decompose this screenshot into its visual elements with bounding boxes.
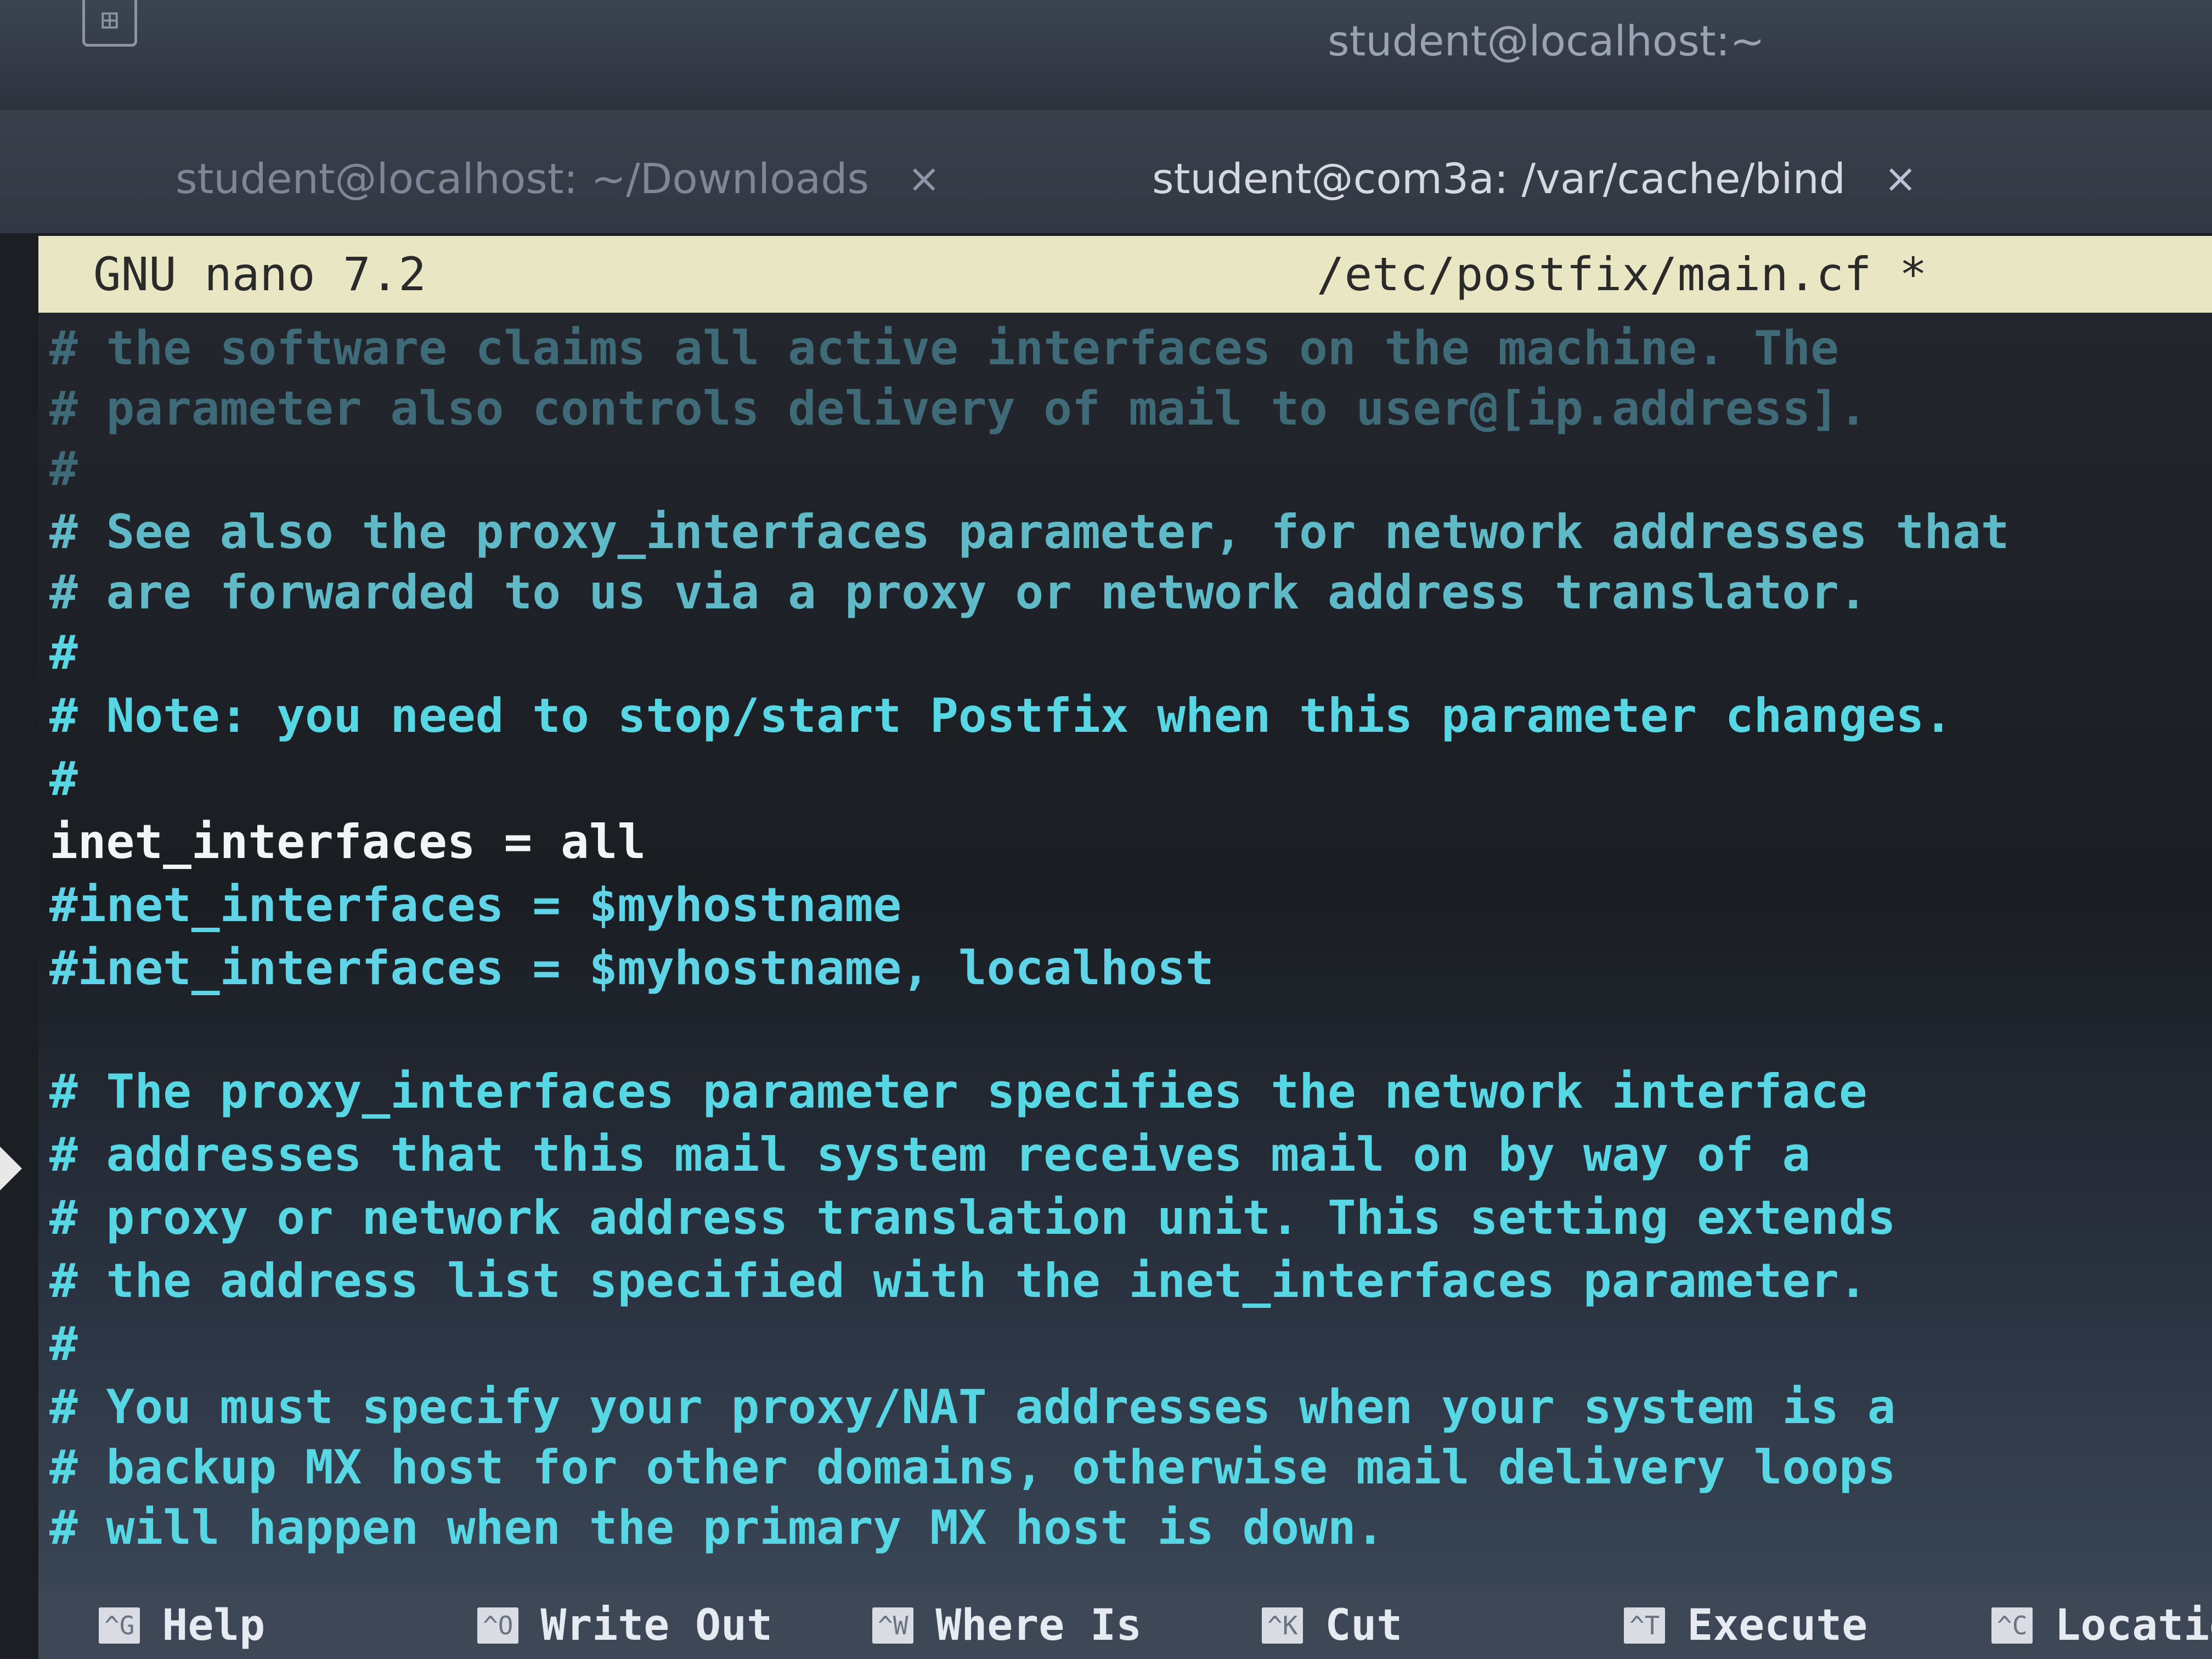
editor-line: # bbox=[49, 752, 78, 806]
shortcut-where-is[interactable]: ^W Where Is bbox=[872, 1601, 1142, 1650]
shortcut-key: ^T bbox=[1624, 1607, 1666, 1644]
editor-line: # You must specify your proxy/NAT addres… bbox=[49, 1380, 1896, 1435]
nano-version: GNU nano 7.2 bbox=[93, 247, 426, 301]
editor-line: #inet_interfaces = $myhostname bbox=[49, 878, 902, 933]
editor-line: # the software claims all active interfa… bbox=[49, 321, 1839, 376]
editor-line: #inet_interfaces = $myhostname, localhos… bbox=[49, 941, 1214, 996]
editor-line: # are forwarded to us via a proxy or net… bbox=[49, 565, 1867, 620]
tab-bar: student@localhost: ~/Downloads × student… bbox=[0, 110, 2212, 233]
file-name: /etc/postfix/main.cf * bbox=[1317, 247, 1927, 301]
shortcut-label: Cut bbox=[1325, 1601, 1403, 1650]
editor-line: # the address list specified with the in… bbox=[49, 1254, 1867, 1308]
shortcut-key: ^W bbox=[872, 1607, 914, 1644]
shortcut-bar: ^G Help ^O Write Out ^W Where Is ^K Cut … bbox=[38, 1591, 2212, 1659]
editor-line: # proxy or network address translation u… bbox=[49, 1190, 1896, 1245]
shortcut-label: Help bbox=[162, 1601, 266, 1650]
shortcut-label: Where Is bbox=[935, 1601, 1142, 1650]
shortcut-key: ^G bbox=[99, 1607, 140, 1644]
window-titlebar: ⊞ student@localhost:~ bbox=[0, 0, 2212, 110]
editor-line: # addresses that this mail system receiv… bbox=[49, 1127, 1811, 1182]
shortcut-key: ^C bbox=[1991, 1607, 2033, 1644]
nano-header: GNU nano 7.2 /etc/postfix/main.cf * bbox=[38, 236, 2212, 313]
editor-line: # will happen when the primary MX host i… bbox=[49, 1500, 1385, 1555]
shortcut-key: ^O bbox=[477, 1607, 519, 1644]
editor-area[interactable]: # the software claims all active interfa… bbox=[38, 313, 2212, 1602]
shortcut-execute[interactable]: ^T Execute bbox=[1624, 1601, 1867, 1650]
shortcut-label: Write Out bbox=[540, 1601, 773, 1650]
editor-line: # See also the proxy_interfaces paramete… bbox=[49, 505, 2010, 560]
tab-bind[interactable]: student@com3a: /var/cache/bind × bbox=[1152, 143, 1917, 214]
editor-line: # bbox=[49, 625, 78, 680]
shortcut-label: Locatio bbox=[2055, 1601, 2212, 1650]
shortcut-label: Execute bbox=[1687, 1601, 1868, 1650]
editor-line: # backup MX host for other domains, othe… bbox=[49, 1440, 1896, 1495]
editor-line: # parameter also controls delivery of ma… bbox=[49, 381, 1867, 436]
shortcut-help[interactable]: ^G Help bbox=[99, 1601, 265, 1650]
mouse-cursor-icon bbox=[0, 1147, 22, 1190]
editor-line: # bbox=[49, 1317, 78, 1372]
shortcut-write-out[interactable]: ^O Write Out bbox=[477, 1601, 772, 1650]
close-icon[interactable]: × bbox=[1884, 155, 1917, 201]
tab-label: student@com3a: /var/cache/bind bbox=[1152, 154, 1846, 203]
shortcut-location[interactable]: ^C Locatio bbox=[1991, 1601, 2212, 1650]
editor-line: # bbox=[49, 442, 78, 496]
editor-line: # The proxy_interfaces parameter specifi… bbox=[49, 1064, 1867, 1119]
editor-line: # Note: you need to stop/start Postfix w… bbox=[49, 689, 1953, 743]
editor-line: inet_interfaces = all bbox=[49, 815, 646, 870]
shortcut-key: ^K bbox=[1262, 1607, 1304, 1644]
tab-downloads[interactable]: student@localhost: ~/Downloads × bbox=[176, 143, 940, 214]
close-icon[interactable]: × bbox=[907, 155, 940, 201]
window-title: student@localhost:~ bbox=[1328, 16, 1765, 65]
window-menu-icon[interactable]: ⊞ bbox=[82, 0, 137, 47]
tab-label: student@localhost: ~/Downloads bbox=[176, 154, 870, 203]
shortcut-cut[interactable]: ^K Cut bbox=[1262, 1601, 1402, 1650]
